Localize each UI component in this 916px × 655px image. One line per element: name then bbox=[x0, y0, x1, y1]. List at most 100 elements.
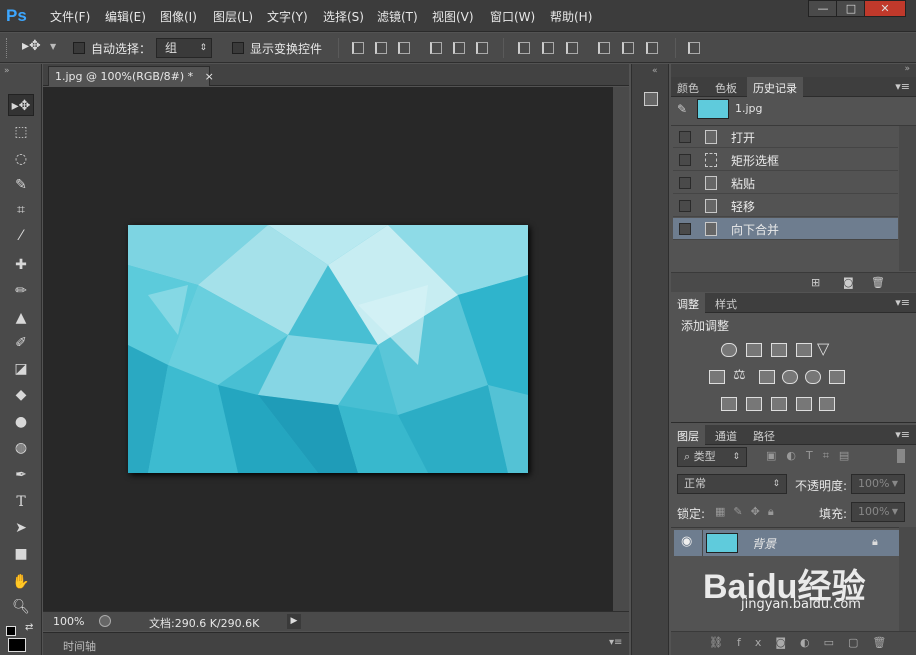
history-brush-source-icon[interactable]: ✎ bbox=[677, 102, 687, 116]
new-document-from-state-icon[interactable]: ⊞ bbox=[811, 276, 820, 289]
collapse-panels-icon[interactable]: » bbox=[904, 64, 910, 74]
zoom-level[interactable]: 100% bbox=[53, 615, 84, 628]
align-bottom-icon[interactable] bbox=[398, 42, 410, 54]
history-checkbox[interactable] bbox=[679, 223, 691, 235]
brightness-icon[interactable] bbox=[721, 343, 737, 357]
status-menu-arrow-icon[interactable]: ▶ bbox=[287, 614, 301, 629]
distribute-hcenter-icon[interactable] bbox=[622, 42, 634, 54]
document-image[interactable] bbox=[128, 225, 528, 473]
menu-file[interactable]: 文件(F) bbox=[50, 8, 90, 25]
tab-adjustments[interactable]: 调整 bbox=[671, 293, 705, 313]
posterize-icon[interactable] bbox=[746, 397, 762, 411]
3d-panel-icon[interactable] bbox=[644, 92, 658, 106]
dodge-tool-icon[interactable]: ◍ bbox=[8, 437, 34, 459]
blur-tool-icon[interactable]: ● bbox=[8, 411, 34, 433]
distribute-bottom-icon[interactable] bbox=[566, 42, 578, 54]
layer-filter-select[interactable]: ⌕ 类型 ⇕ bbox=[677, 447, 747, 467]
close-button[interactable]: ✕ bbox=[864, 0, 906, 17]
curves-icon[interactable] bbox=[771, 343, 787, 357]
distribute-left-icon[interactable] bbox=[598, 42, 610, 54]
align-left-icon[interactable] bbox=[430, 42, 442, 54]
opacity-input[interactable]: 100% ▼ bbox=[851, 474, 905, 494]
camera-icon[interactable]: ◙ bbox=[843, 276, 854, 289]
history-item[interactable]: 粘贴 bbox=[673, 172, 898, 194]
menu-image[interactable]: 图像(I) bbox=[160, 8, 197, 25]
distribute-top-icon[interactable] bbox=[518, 42, 530, 54]
fill-input[interactable]: 100% ▼ bbox=[851, 502, 905, 522]
timeline-tab[interactable]: 时间轴 bbox=[63, 638, 96, 654]
history-checkbox[interactable] bbox=[679, 177, 691, 189]
distribute-right-icon[interactable] bbox=[646, 42, 658, 54]
history-item[interactable]: 打开 bbox=[673, 126, 898, 148]
lasso-tool-icon[interactable]: ◌ bbox=[8, 148, 34, 170]
tab-channels[interactable]: 通道 bbox=[709, 425, 743, 445]
align-hcenter-icon[interactable] bbox=[453, 42, 465, 54]
menu-edit[interactable]: 编辑(E) bbox=[105, 8, 146, 25]
menu-type[interactable]: 文字(Y) bbox=[267, 8, 308, 25]
move-tool-preset-icon[interactable]: ▸✥ bbox=[22, 38, 41, 54]
black-white-icon[interactable] bbox=[759, 370, 775, 384]
hand-tool-icon[interactable]: ✋ bbox=[8, 571, 34, 593]
menu-filter[interactable]: 滤镜(T) bbox=[377, 8, 418, 25]
type-tool-icon[interactable]: T bbox=[8, 491, 34, 513]
panel-menu-icon[interactable]: ▾≡ bbox=[895, 296, 910, 309]
distribute-vcenter-icon[interactable] bbox=[542, 42, 554, 54]
align-top-icon[interactable] bbox=[352, 42, 364, 54]
panel-menu-icon[interactable]: ▾≡ bbox=[609, 637, 622, 648]
minimize-button[interactable]: — bbox=[808, 0, 838, 17]
vibrance-icon[interactable]: ▽ bbox=[817, 339, 829, 358]
layers-scrollbar[interactable] bbox=[899, 527, 916, 631]
status-info-icon[interactable] bbox=[99, 615, 111, 627]
show-transform-checkbox[interactable] bbox=[232, 42, 244, 54]
marquee-tool-icon[interactable]: ⬚ bbox=[8, 121, 34, 143]
gradient-map-icon[interactable] bbox=[819, 397, 835, 411]
lock-icon[interactable]: 🔒︎ bbox=[872, 535, 878, 549]
history-checkbox[interactable] bbox=[679, 154, 691, 166]
history-item[interactable]: 矩形选框 bbox=[673, 149, 898, 171]
menu-layer[interactable]: 图层(L) bbox=[213, 8, 253, 25]
photo-filter-icon[interactable] bbox=[782, 370, 798, 384]
panel-menu-icon[interactable]: ▾≡ bbox=[895, 428, 910, 441]
chevron-down-icon[interactable]: ▼ bbox=[50, 42, 56, 51]
align-right-icon[interactable] bbox=[476, 42, 488, 54]
move-tool-icon[interactable]: ▸✥ bbox=[8, 94, 34, 116]
rectangle-tool-icon[interactable]: ■ bbox=[8, 543, 34, 565]
pen-tool-icon[interactable]: ✒ bbox=[8, 464, 34, 486]
history-brush-tool-icon[interactable]: ✐ bbox=[8, 332, 34, 354]
auto-align-icon[interactable] bbox=[688, 42, 700, 54]
history-checkbox[interactable] bbox=[679, 131, 691, 143]
color-lookup-icon[interactable] bbox=[829, 370, 845, 384]
panel-menu-icon[interactable]: ▾≡ bbox=[895, 80, 910, 93]
menu-help[interactable]: 帮助(H) bbox=[550, 8, 592, 25]
tab-styles[interactable]: 样式 bbox=[709, 293, 743, 313]
filter-kind-icons[interactable]: ▣◐T⌗▤ bbox=[766, 449, 859, 463]
align-vcenter-icon[interactable] bbox=[375, 42, 387, 54]
menu-window[interactable]: 窗口(W) bbox=[490, 8, 535, 25]
lock-icons[interactable]: ▦✎✥🔒︎ bbox=[715, 505, 782, 519]
tab-swatches[interactable]: 色板 bbox=[709, 77, 743, 97]
brush-tool-icon[interactable]: ✏ bbox=[8, 280, 34, 302]
menu-view[interactable]: 视图(V) bbox=[432, 8, 474, 25]
layer-action-icons[interactable]: ⛓fx◙◐▭▢🗑︎ bbox=[709, 636, 900, 649]
document-tab[interactable]: 1.jpg @ 100%(RGB/8#) * × bbox=[48, 66, 214, 86]
blend-mode-select[interactable]: 正常 ⇕ bbox=[677, 474, 787, 494]
history-checkbox[interactable] bbox=[679, 200, 691, 212]
history-scrollbar[interactable] bbox=[899, 126, 916, 271]
restore-button[interactable]: □ bbox=[836, 0, 866, 17]
hue-saturation-icon[interactable] bbox=[709, 370, 725, 384]
layer-name[interactable]: 背景 bbox=[752, 535, 776, 552]
zoom-tool-icon[interactable]: 🔍︎ bbox=[8, 596, 34, 618]
auto-select-checkbox[interactable] bbox=[73, 42, 85, 54]
vertical-scrollbar[interactable] bbox=[613, 87, 629, 611]
eye-icon[interactable]: ◉ bbox=[681, 534, 692, 549]
snapshot-thumbnail[interactable] bbox=[697, 99, 729, 119]
eraser-tool-icon[interactable]: ◪ bbox=[8, 358, 34, 380]
menu-select[interactable]: 选择(S) bbox=[323, 8, 364, 25]
invert-icon[interactable] bbox=[721, 397, 737, 411]
foreground-color-swatch[interactable] bbox=[8, 638, 26, 652]
paint-bucket-tool-icon[interactable]: ◆ bbox=[8, 384, 34, 406]
expand-panels-icon[interactable]: « bbox=[652, 66, 658, 76]
tab-paths[interactable]: 路径 bbox=[747, 425, 781, 445]
crop-tool-icon[interactable]: ⌗ bbox=[8, 199, 34, 221]
eyedropper-tool-icon[interactable]: ⁄ bbox=[8, 225, 34, 247]
